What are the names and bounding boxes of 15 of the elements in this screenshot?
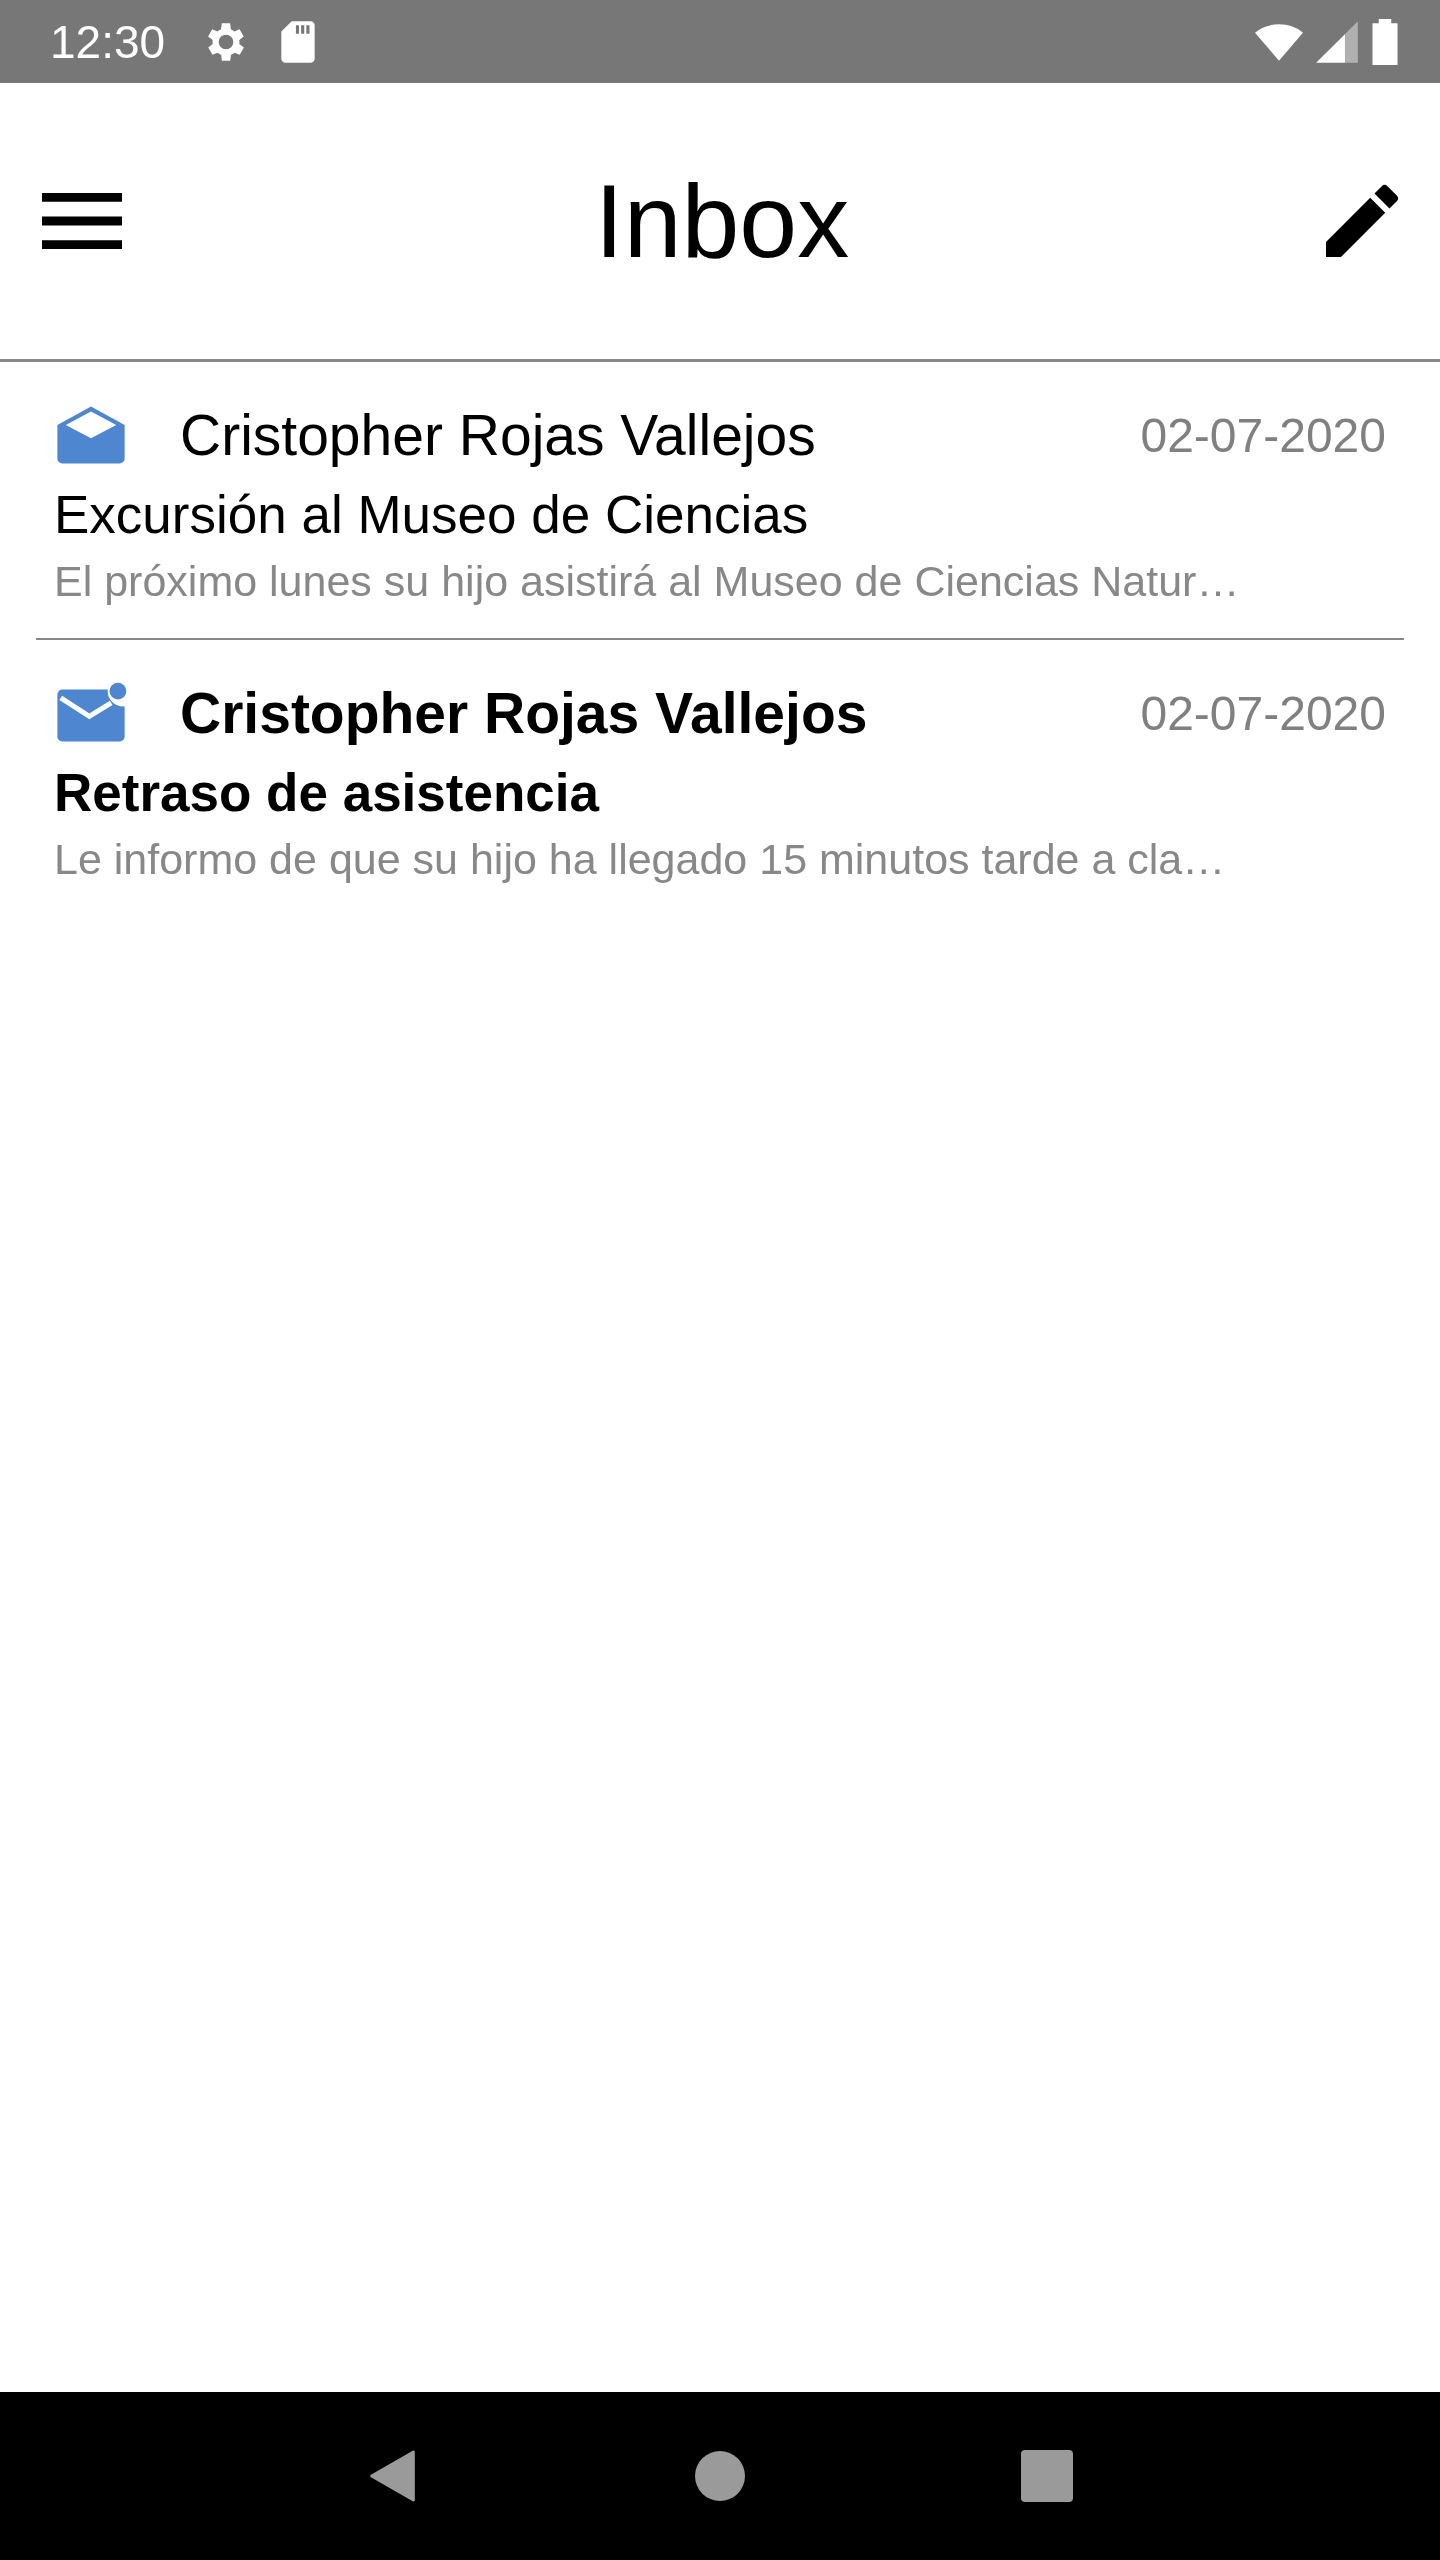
battery-icon [1370, 16, 1400, 67]
message-item[interactable]: Cristopher Rojas Vallejos 02-07-2020 Retraso de asistencia Le informo de que su hijo ha llegado 15 minutos tarde a cla… [36, 640, 1404, 916]
clock-time: 12:30 [50, 14, 166, 69]
message-item[interactable]: Cristopher Rojas Vallejos 02-07-2020 Excursión al Museo de Ciencias El próximo lunes su hijo asistirá al Museo de Ciencias Natur… [36, 362, 1404, 640]
message-date: 02-07-2020 [1140, 407, 1386, 463]
message-preview: Le informo de que su hijo ha llegado 15 minutos tarde a cla… [54, 835, 1227, 884]
recents-icon[interactable] [1020, 2450, 1073, 2502]
message-date: 02-07-2020 [1140, 685, 1386, 741]
home-icon[interactable] [694, 2450, 746, 2502]
sender-name: Cristopher Rojas Vallejos [180, 402, 817, 468]
message-preview: El próximo lunes su hijo asistirá al Museo de Ciencias Natur… [54, 557, 1241, 606]
message-subject: Excursión al Museo de Ciencias [54, 484, 810, 545]
screen-title: Inbox [594, 161, 850, 281]
sender-name: Cristopher Rojas Vallejos [180, 680, 869, 746]
message-subject: Retraso de asistencia [54, 762, 601, 823]
